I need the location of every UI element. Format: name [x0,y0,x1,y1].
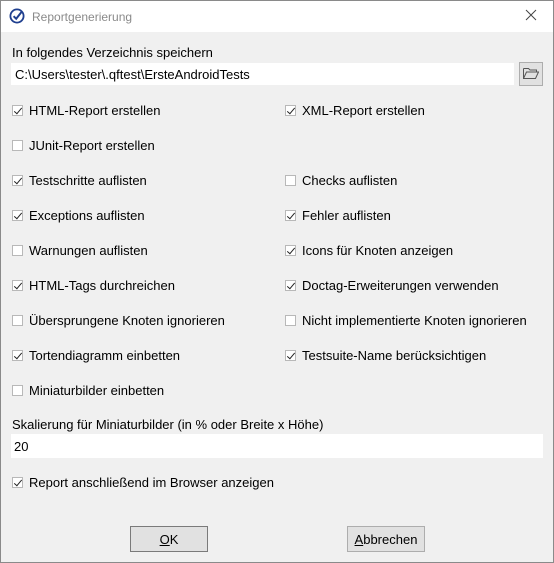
open-folder-icon [523,66,540,83]
option-doctag-extensions[interactable]: Doctag-Erweiterungen verwenden [285,276,499,294]
browse-folder-button[interactable] [519,62,543,86]
option-label: Fehler auflisten [302,207,391,223]
checkbox[interactable] [12,244,23,256]
option-label: Icons für Knoten anzeigen [302,242,454,258]
checkbox[interactable] [285,314,296,326]
option-show-node-icons[interactable]: Icons für Knoten anzeigen [285,241,453,259]
title-bar: Reportgenerierung [1,1,553,32]
checkbox[interactable] [285,244,296,256]
option-list-errors[interactable]: Fehler auflisten [285,206,391,224]
option-xml-report[interactable]: XML-Report erstellen [285,101,425,119]
option-label: HTML-Tags durchreichen [29,277,175,293]
report-dialog: Reportgenerierung In folgendes Verzeichn… [0,0,554,563]
option-consider-testsuite-name[interactable]: Testsuite-Name berücksichtigen [285,346,486,364]
checkbox[interactable] [12,384,23,396]
cancel-label-rest: bbrechen [363,531,418,547]
option-label: Report anschließend im Browser anzeigen [29,474,274,490]
ok-label-rest: K [169,531,179,547]
option-label: Testschritte auflisten [29,172,147,188]
option-list-warnings[interactable]: Warnungen auflisten [12,241,148,259]
option-label: Testsuite-Name berücksichtigen [302,347,487,363]
window-title: Reportgenerierung [32,10,133,24]
directory-label: In folgendes Verzeichnis speichern [12,45,213,60]
option-label: XML-Report erstellen [302,102,425,118]
option-label: Übersprungene Knoten ignorieren [29,312,225,328]
option-show-in-browser[interactable]: Report anschließend im Browser anzeigen [12,473,274,491]
option-label: Exceptions auflisten [29,207,145,223]
checkbox[interactable] [12,104,23,116]
checkbox[interactable] [285,279,296,291]
option-label: Miniaturbilder einbetten [29,382,165,398]
option-embed-pie-chart[interactable]: Tortendiagramm einbetten [12,346,180,364]
option-ignore-unimplemented-nodes[interactable]: Nicht implementierte Knoten ignorieren [285,311,527,329]
option-list-test-steps[interactable]: Testschritte auflisten [12,171,147,189]
checkbox[interactable] [285,349,296,361]
option-label: Checks auflisten [302,172,398,188]
scaling-input[interactable] [11,434,543,458]
option-list-exceptions[interactable]: Exceptions auflisten [12,206,145,224]
option-embed-thumbnails[interactable]: Miniaturbilder einbetten [12,381,164,399]
option-label: Tortendiagramm einbetten [29,347,181,363]
directory-path-input[interactable] [11,63,514,85]
option-label: Nicht implementierte Knoten ignorieren [302,312,527,328]
checkbox[interactable] [285,209,296,221]
ok-button[interactable]: OK [130,526,208,552]
checkbox[interactable] [12,139,23,151]
checkbox[interactable] [285,104,296,116]
qftest-check-icon [9,8,25,24]
ok-mnemonic: O [159,531,170,547]
option-label: JUnit-Report erstellen [29,137,155,153]
checkbox[interactable] [12,314,23,326]
checkbox[interactable] [12,279,23,291]
checkbox[interactable] [12,349,23,361]
option-label: Doctag-Erweiterungen verwenden [302,277,499,293]
checkbox[interactable] [285,174,296,186]
cancel-mnemonic: A [354,531,364,547]
scaling-label: Skalierung für Miniaturbilder (in % oder… [12,417,324,432]
close-button[interactable] [509,1,553,32]
cancel-button[interactable]: Abbrechen [347,526,425,552]
option-pass-html-tags[interactable]: HTML-Tags durchreichen [12,276,175,294]
option-label: Warnungen auflisten [29,242,148,258]
option-list-checks[interactable]: Checks auflisten [285,171,397,189]
checkbox[interactable] [12,476,23,488]
checkbox[interactable] [12,174,23,186]
option-label: HTML-Report erstellen [29,102,161,118]
option-junit-report[interactable]: JUnit-Report erstellen [12,136,155,154]
close-icon [525,9,537,24]
option-ignore-skipped-nodes[interactable]: Übersprungene Knoten ignorieren [12,311,225,329]
option-html-report[interactable]: HTML-Report erstellen [12,101,161,119]
checkbox[interactable] [12,209,23,221]
